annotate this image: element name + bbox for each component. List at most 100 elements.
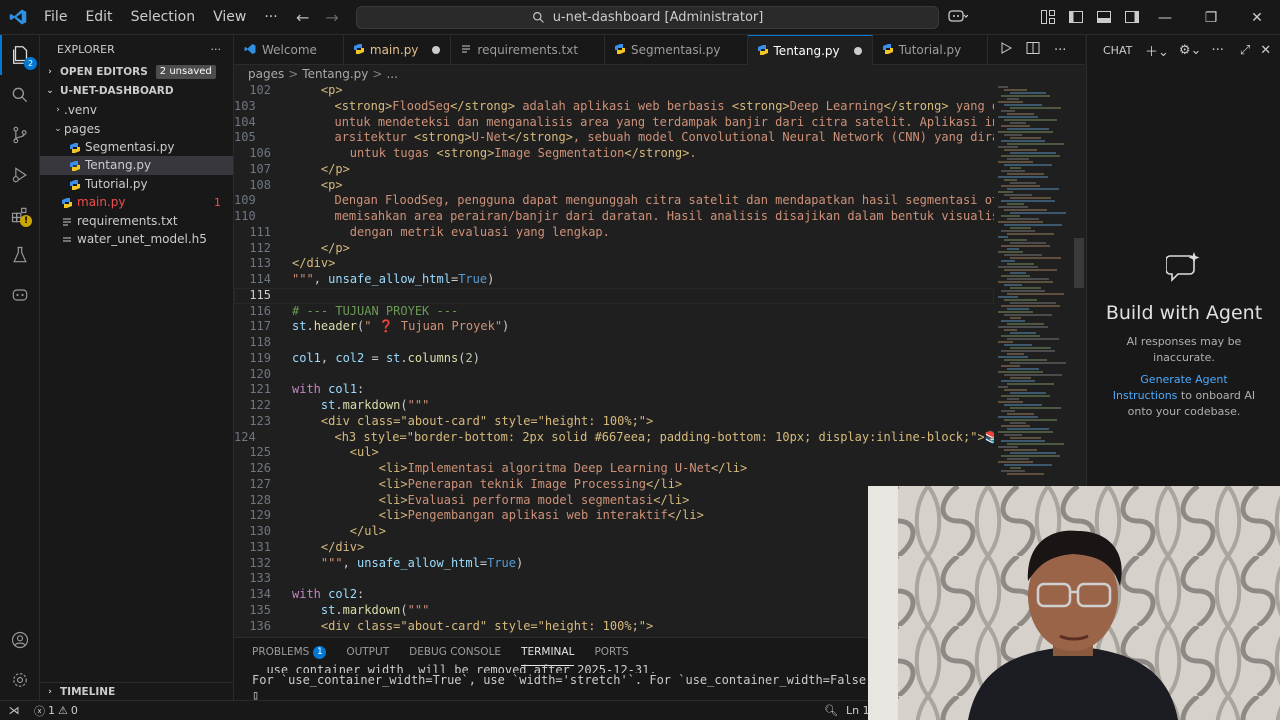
menu-item-file[interactable]: File [35,0,76,35]
testing-icon[interactable] [0,235,40,275]
tree-item[interactable]: requirements.txt [40,211,233,229]
menu-item-view[interactable]: View [204,0,255,35]
new-chat-icon[interactable]: ＋⌄ [1145,41,1169,60]
explorer-icon[interactable]: 2 [0,35,40,75]
breadcrumb-item[interactable]: ... [386,67,397,81]
forward-arrow-icon[interactable]: → [325,8,338,27]
python-file-icon [353,43,364,57]
menu-item-more[interactable]: ··· [255,0,286,35]
code-line[interactable]: 126 <li>Implementasi algoritma Deep Lear… [234,461,994,477]
minimap-line [1001,395,1050,397]
tree-item[interactable]: Tutorial.py [40,175,233,193]
code-line[interactable]: 118 [234,335,994,351]
panel-tab-output[interactable]: OUTPUT [346,638,389,666]
file-icon [62,234,72,244]
menu-item-edit[interactable]: Edit [76,0,121,35]
source-control-icon[interactable] [0,115,40,155]
code-line[interactable]: 116 # --- TUJUAN PROYEK --- [234,304,994,320]
maximize-icon[interactable]: ⤢ [1240,43,1250,58]
more-editor-actions-icon[interactable]: ··· [1054,43,1066,58]
split-editor-icon[interactable] [1026,41,1040,59]
code-line[interactable]: 110 memisahkan area perairan/banjir dari… [234,209,994,225]
manage-gear-icon[interactable] [0,660,40,700]
panel-tab-ports[interactable]: PORTS [594,638,628,666]
remote-explorer-icon[interactable] [0,275,40,315]
tab-segmentasi-py[interactable]: Segmentasi.py [605,35,748,65]
remote-icon[interactable]: ⋊ [0,701,28,720]
toggle-secondary-sidebar-icon[interactable] [1124,9,1140,25]
copilot-icon[interactable] [948,8,969,28]
code-line[interactable]: 102 <p> [234,83,994,99]
breadcrumb-item[interactable]: pages [248,67,284,81]
command-center[interactable]: u-net-dashboard [Administrator] [356,6,939,29]
code-line[interactable]: 106 untuk tugas <strong>Image Segmentati… [234,146,994,162]
extensions-icon[interactable]: ! [0,195,40,235]
minimap-line [998,356,1028,358]
customize-layout-icon[interactable] [1040,9,1056,25]
code-line[interactable]: 119 col1, col2 = st.columns(2) [234,351,994,367]
code-line[interactable]: 104 untuk mendeteksi dan menganalisis ar… [234,115,994,131]
unsaved-dot-icon[interactable] [432,46,441,54]
code-line[interactable]: 115 [234,287,994,304]
code-line[interactable]: 120 [234,367,994,383]
panel-tab-debug-console[interactable]: DEBUG CONSOLE [409,638,501,666]
toggle-primary-sidebar-icon[interactable] [1068,9,1084,25]
breadcrumb-item[interactable]: Tentang.py [302,67,368,81]
panel-tab-terminal[interactable]: TERMINAL [521,638,575,666]
more-actions-icon[interactable]: ··· [211,43,222,56]
tab-tentang-py[interactable]: Tentang.py [747,35,873,65]
tree-item[interactable]: › .venv [40,101,233,119]
chat-settings-gear-icon[interactable]: ⚙⌄ [1179,43,1202,58]
open-editors-section[interactable]: › OPEN EDITORS 2 unsaved [40,63,233,81]
run-debug-icon[interactable] [0,155,40,195]
code-line[interactable]: 113 </div> [234,256,994,272]
minimap[interactable] [994,83,1074,483]
code-line[interactable]: 117 st.header(" ❓ Tujuan Proyek") [234,319,994,335]
tab-requirements-txt[interactable]: requirements.txt [451,35,606,65]
activity-bar: 2 ! [0,35,40,700]
python-file-icon [757,44,768,58]
tab-welcome[interactable]: Welcome [234,35,344,65]
warning-count: 0 [70,704,78,717]
tree-item[interactable]: ⌄ pages [40,119,233,137]
code-line[interactable]: 124 <h3 style="border-bottom: 2px solid … [234,430,994,446]
unsaved-dot-icon[interactable] [853,46,862,55]
code-line[interactable]: 122 st.markdown(""" [234,398,994,414]
code-line[interactable]: 111 dengan metrik evaluasi yang lengkap. [234,225,994,241]
code-line[interactable]: 125 <ul> [234,445,994,461]
minimap-line [1004,314,1052,316]
vscode-logo-icon[interactable] [0,0,35,35]
tree-item[interactable]: main.py 1 [40,193,233,211]
code-line[interactable]: 112 </p> [234,241,994,257]
accounts-icon[interactable] [0,620,40,660]
search-icon[interactable] [0,75,40,115]
run-icon[interactable] [1000,42,1013,58]
back-arrow-icon[interactable]: ← [296,8,309,27]
tree-item[interactable]: water_unet_model.h5 [40,230,233,248]
tab-tutorial-py[interactable]: Tutorial.py [873,35,989,65]
minimize-icon[interactable]: — [1142,0,1188,35]
restore-icon[interactable]: ❐ [1188,0,1234,35]
code-line[interactable]: 109 Dengan FloodSeg, pengguna dapat meng… [234,193,994,209]
chat-more-icon[interactable]: ··· [1211,43,1223,58]
close-chat-icon[interactable]: ✕ [1260,43,1271,58]
close-icon[interactable]: ✕ [1234,0,1280,35]
tab-main-py[interactable]: main.py [344,35,452,65]
code-line[interactable]: 105 arsitektur <strong>U-Net</strong>, s… [234,130,994,146]
project-section[interactable]: ⌄ U-NET-DASHBOARD [40,82,233,100]
vertical-scrollbar[interactable] [1074,238,1084,288]
panel-tab-problems[interactable]: PROBLEMS 1 [252,638,327,666]
toggle-panel-icon[interactable] [1096,9,1112,25]
code-line[interactable]: 108 <p> [234,178,994,194]
problems-status[interactable]: ⓧ 1 ⚠ 0 [28,703,84,719]
code-line[interactable]: 103 <strong>FloodSeg</strong> adalah apl… [234,99,994,115]
tree-item[interactable]: Tentang.py [40,156,233,175]
timeline-section[interactable]: › TIMELINE [40,682,234,700]
tree-item[interactable]: Segmentasi.py [40,138,233,156]
code-line[interactable]: 114 """, unsafe_allow_html=True) [234,272,994,288]
code-line[interactable]: 123 <div class="about-card" style="heigh… [234,414,994,430]
code-line[interactable]: 107 </p> [234,162,994,178]
code-line[interactable]: 121 with col1: [234,382,994,398]
menu-item-selection[interactable]: Selection [122,0,205,35]
